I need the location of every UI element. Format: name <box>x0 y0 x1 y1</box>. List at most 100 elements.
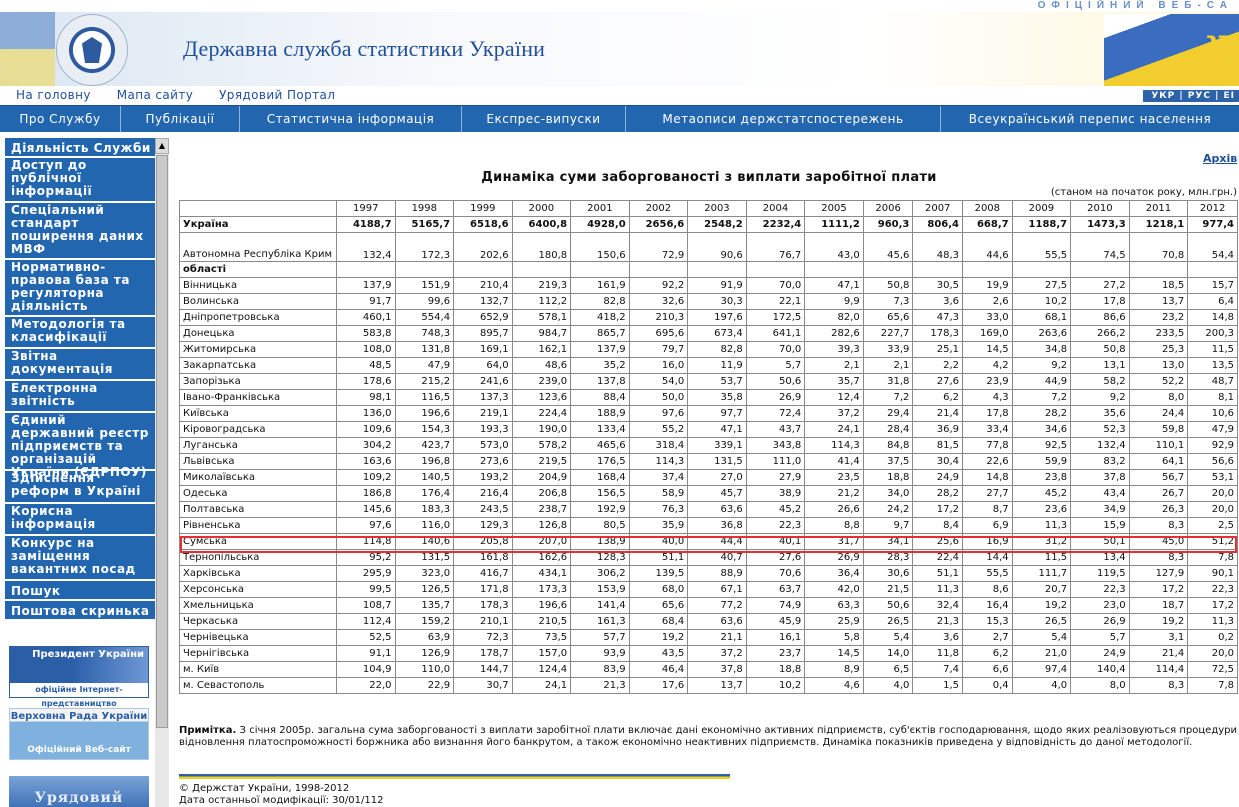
value-cell: 15,7 <box>1187 277 1238 294</box>
value-cell: 193,2 <box>453 469 513 486</box>
value-cell: 6,6 <box>962 661 1013 678</box>
value-cell: 1111,2 <box>804 216 864 233</box>
sidebar-item-imf-standard[interactable]: Спеціальний стандарт поширення даних МВФ <box>5 203 155 260</box>
region-name-cell: Херсонська <box>179 581 337 598</box>
value-cell: 9,2 <box>1011 357 1072 374</box>
value-cell: 27,0 <box>687 469 747 486</box>
value-cell: 7,4 <box>912 661 963 678</box>
value-cell: 418,2 <box>570 309 630 326</box>
value-cell: 34,8 <box>1011 341 1072 358</box>
value-cell: 24,9 <box>1070 645 1130 662</box>
nav-statistical-info[interactable]: Статистична інформація <box>240 106 462 132</box>
scroll-up-icon[interactable]: ▲ <box>155 138 169 154</box>
value-cell: 339,1 <box>687 437 747 454</box>
value-cell: 51,2 <box>1187 533 1238 550</box>
value-cell: 112,2 <box>511 293 572 310</box>
value-cell: 4188,7 <box>336 216 396 233</box>
value-cell: 162,6 <box>511 549 572 566</box>
value-cell: 88,4 <box>570 389 630 406</box>
table-row: Миколаївська 109,2 140,5 193,2 204,9 168,4 37,… <box>179 469 1238 486</box>
sidebar-item-legal-base[interactable]: Нормативно-правова база та регуляторна д… <box>5 260 155 317</box>
value-cell: 22,4 <box>912 549 963 566</box>
value-cell: 5,7 <box>745 357 806 374</box>
sidebar-scrollbar[interactable]: ▲ <box>155 138 169 807</box>
rada-banner[interactable]: Верховна Рада України Офіційний Веб-сайт <box>9 708 149 760</box>
value-cell: 1188,7 <box>1011 216 1072 233</box>
nav-census[interactable]: Всеукраїнський перепис населення <box>941 106 1239 132</box>
value-cell: 63,3 <box>804 597 864 614</box>
value-cell: 4,2 <box>962 357 1013 374</box>
value-cell: 323,0 <box>394 565 455 582</box>
sidebar-item-public-info[interactable]: Доступ до публічної інформації <box>5 158 155 203</box>
nav-express-releases[interactable]: Експрес-випуски <box>462 106 626 132</box>
value-cell: 132,4 <box>336 232 396 262</box>
value-cell: 416,7 <box>453 565 513 582</box>
value-cell: 109,2 <box>336 469 396 486</box>
sidebar-item-useful-info[interactable]: Корисна інформація <box>5 504 155 536</box>
value-cell: 20,7 <box>1011 581 1072 598</box>
sidebar-item-methodology[interactable]: Методологія та класифікації <box>5 317 155 349</box>
sidebar-item-reporting-docs[interactable]: Звітна документація <box>5 349 155 381</box>
value-cell: 695,6 <box>628 325 689 342</box>
nav-about[interactable]: Про Службу <box>0 106 121 132</box>
value-cell: 50,8 <box>862 277 914 294</box>
language-switcher[interactable]: УКР | РУС | ЕІ <box>1143 90 1239 102</box>
year-header-cell: 2003 <box>687 200 747 217</box>
region-name-cell: Чернігівська <box>179 645 337 662</box>
value-cell: 583,8 <box>336 325 396 342</box>
value-cell: 57,7 <box>570 629 630 646</box>
gov-portal-link[interactable]: Урядовий Портал <box>219 88 335 102</box>
nav-metadata[interactable]: Метаописи держстатспостережень <box>626 106 941 132</box>
home-link[interactable]: На головну <box>16 88 91 102</box>
value-cell: 82,8 <box>570 293 630 310</box>
value-cell: 2,5 <box>1187 517 1238 534</box>
value-cell: 161,3 <box>570 613 630 630</box>
value-cell: 37,2 <box>804 405 864 422</box>
archive-link[interactable]: Архів <box>1203 152 1237 165</box>
value-cell: 35,6 <box>1070 405 1130 422</box>
nav-publications[interactable]: Публікації <box>121 106 240 132</box>
value-cell: 91,7 <box>336 293 396 310</box>
table-row: Хмельницька 108,7 135,7 178,3 196,6 141,4 65,6… <box>179 597 1238 614</box>
value-cell <box>394 261 455 278</box>
value-cell: 20,0 <box>1187 485 1238 502</box>
region-name-cell: Запорізька <box>179 373 337 390</box>
value-cell: 180,8 <box>511 232 572 262</box>
region-name-cell: Одеська <box>179 485 337 502</box>
year-header-cell: 1998 <box>394 200 455 217</box>
value-cell: 22,9 <box>394 677 455 694</box>
value-cell: 77,2 <box>687 597 747 614</box>
value-cell: 9,7 <box>862 517 914 534</box>
agency-logo[interactable] <box>56 14 128 86</box>
sidebar-item-vacancies[interactable]: Конкурс на заміщення вакантних посад <box>5 536 155 581</box>
value-cell: 45,0 <box>1128 533 1189 550</box>
value-cell: 132,4 <box>1070 437 1130 454</box>
sidebar-item-edrpou[interactable]: Єдиний державний реєстр підприємств та о… <box>5 413 155 479</box>
government-banner[interactable]: Урядовий <box>9 776 149 807</box>
value-cell <box>1128 261 1189 278</box>
value-cell: 18,7 <box>1128 597 1189 614</box>
value-cell: 10,2 <box>745 677 806 694</box>
scrollbar-thumb[interactable] <box>156 155 168 728</box>
value-cell: 15,9 <box>1070 517 1130 534</box>
value-cell: 8,7 <box>962 501 1013 518</box>
sidebar-item-e-reporting[interactable]: Електронна звітність <box>5 381 155 413</box>
sidebar-item-search[interactable]: Пошук <box>5 581 155 601</box>
value-cell: 91,9 <box>687 277 747 294</box>
sidebar-item-mailbox[interactable]: Поштова скринька <box>5 601 155 621</box>
region-name-cell: Вінницька <box>179 277 337 294</box>
sitemap-link[interactable]: Мапа сайту <box>117 88 194 102</box>
value-cell: 7,3 <box>862 293 914 310</box>
value-cell: 79,7 <box>628 341 689 358</box>
value-cell: 128,3 <box>570 549 630 566</box>
value-cell: 20,0 <box>1187 501 1238 518</box>
value-cell: 19,9 <box>962 277 1013 294</box>
value-cell: 27,7 <box>962 485 1013 502</box>
value-cell: 140,4 <box>1070 661 1130 678</box>
value-cell: 47,9 <box>1187 421 1238 438</box>
value-cell: 7,8 <box>1187 677 1238 694</box>
sidebar-item-activity[interactable]: Діяльність Служби <box>5 138 155 158</box>
value-cell: 151,9 <box>394 277 455 294</box>
president-banner[interactable]: Президент України офіційне Інтернет-пред… <box>9 646 149 708</box>
value-cell: 59,8 <box>1128 421 1189 438</box>
